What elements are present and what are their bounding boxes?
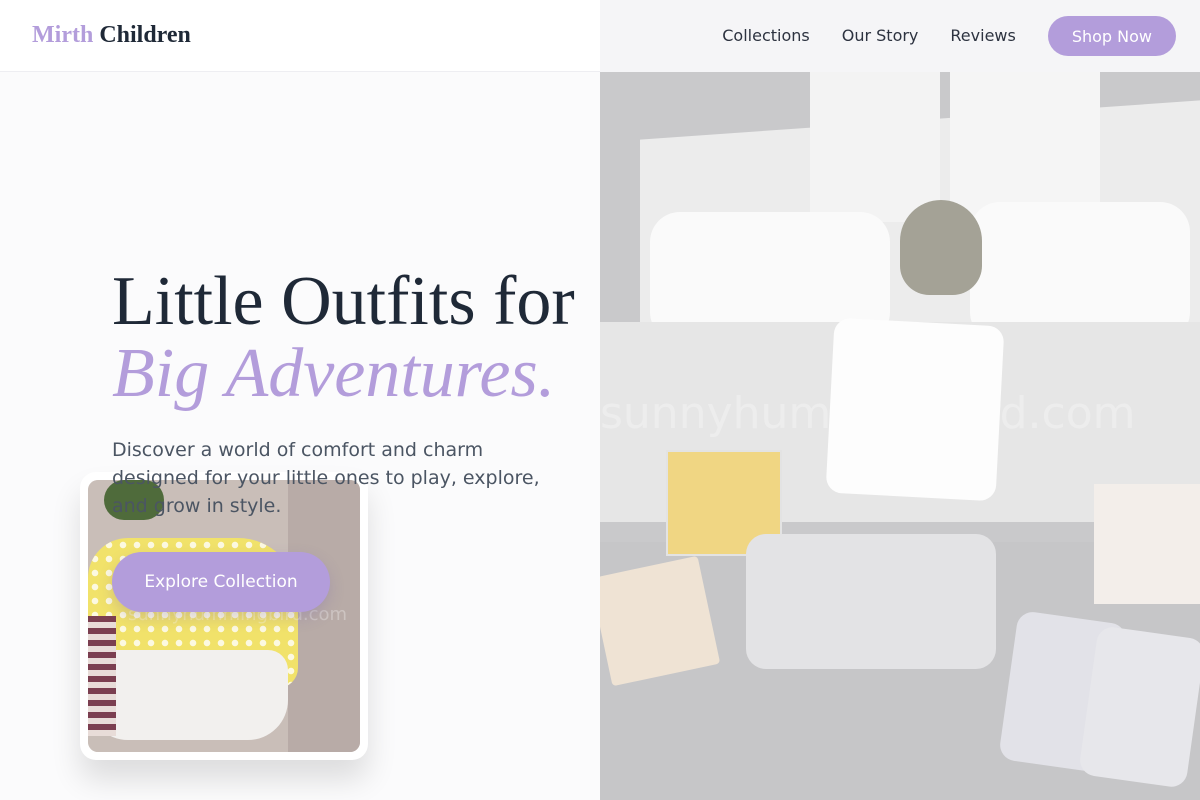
site-header: Mirth Children Collections Our Story Rev… [0, 0, 1200, 72]
photo-folded-clothes [970, 202, 1190, 342]
photo-plush-toy [900, 200, 982, 295]
hero-title: Little Outfits for Big Adventures. [112, 266, 575, 410]
nav-link-reviews[interactable]: Reviews [950, 16, 1015, 56]
shop-now-button[interactable]: Shop Now [1047, 16, 1176, 56]
clothes-rack-photo: sunnyhummingbird.com [88, 480, 360, 752]
photo-box-lid-panel [810, 72, 940, 222]
photo-printed-skirt [88, 650, 288, 740]
nav-link-collections[interactable]: Collections [722, 16, 809, 56]
main-nav: Collections Our Story Reviews Shop Now [722, 16, 1176, 56]
brand-logo[interactable]: Mirth Children [32, 22, 191, 49]
photo-box-lid-panel [950, 72, 1100, 222]
photo-watermark: sunnyhummingbird.com [600, 388, 1136, 439]
photo-swaddle [1078, 625, 1200, 789]
explore-collection-button[interactable]: Explore Collection [112, 552, 330, 612]
brand-name-accent: Mirth [32, 22, 94, 48]
hero-title-line2: Big Adventures. [112, 335, 556, 412]
hero-subtitle: Discover a world of comfort and charm de… [112, 439, 540, 517]
brand-name-rest: Children [93, 22, 191, 48]
photo-small-gift-box [1094, 484, 1200, 604]
photo-onesie [746, 534, 996, 669]
hero-title-line1: Little Outfits for [112, 263, 575, 340]
hero-photo: sunnyhummingbird.com [600, 72, 1200, 800]
photo-striped-sleeve [88, 616, 116, 736]
nav-link-our-story[interactable]: Our Story [842, 16, 919, 56]
